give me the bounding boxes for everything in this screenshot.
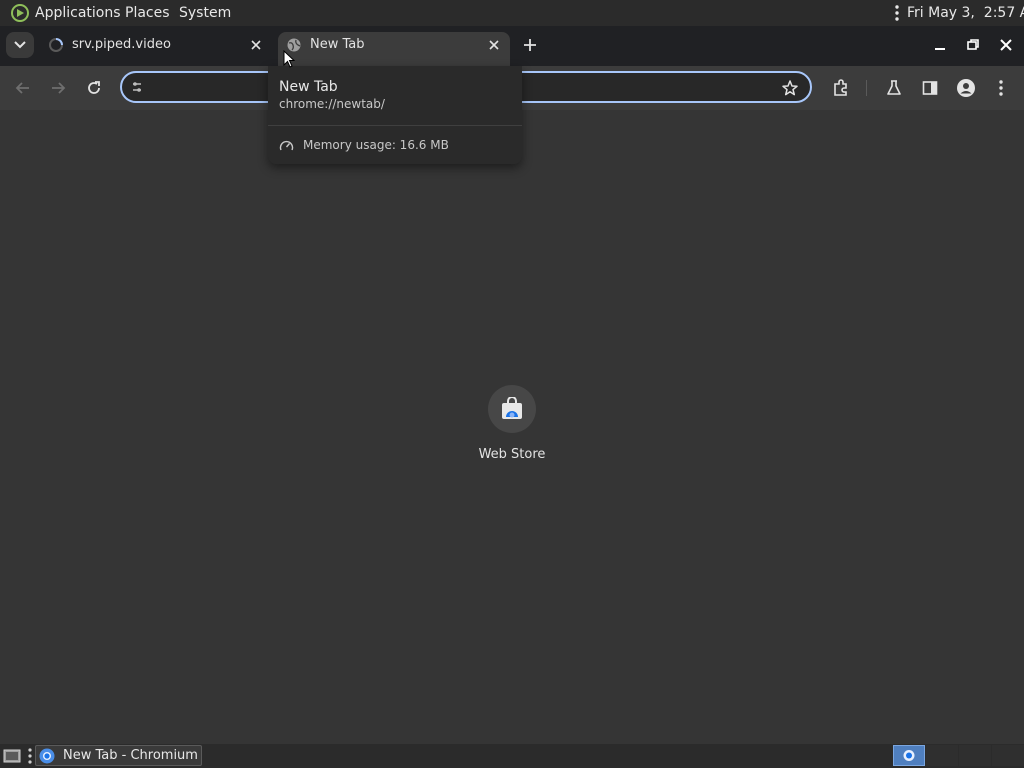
hover-card-url: chrome://newtab/ — [279, 97, 385, 111]
menu-kebab-icon[interactable] — [996, 79, 1006, 97]
workspace-switcher[interactable] — [893, 745, 925, 766]
labs-flask-icon[interactable] — [885, 79, 903, 97]
hover-card-memory: Memory usage: 16.6 MB — [303, 138, 449, 152]
tab-search-button[interactable] — [6, 32, 34, 58]
chevron-down-icon — [14, 41, 26, 49]
panel-handle-icon[interactable] — [894, 4, 900, 22]
system-menu[interactable]: System — [179, 5, 231, 21]
workspace-3[interactable] — [959, 745, 991, 766]
hover-card-title: New Tab — [279, 79, 338, 95]
forward-arrow-icon[interactable] — [49, 79, 67, 97]
workspace-chromium-icon — [903, 750, 915, 761]
close-tab-icon[interactable] — [486, 37, 502, 53]
minimize-icon[interactable] — [932, 37, 948, 53]
memory-gauge-icon — [279, 138, 294, 153]
new-tab-plus-icon[interactable] — [521, 36, 539, 54]
close-window-icon[interactable] — [998, 37, 1014, 53]
applications-menu[interactable]: Applications — [35, 5, 121, 21]
hover-card-divider — [268, 125, 522, 126]
reload-icon[interactable] — [85, 79, 103, 97]
distro-logo-icon[interactable] — [10, 3, 30, 23]
back-arrow-icon[interactable] — [14, 79, 32, 97]
workspace-4[interactable] — [992, 745, 1024, 766]
toolbar-divider — [866, 80, 867, 96]
mouse-cursor-icon — [283, 50, 295, 69]
restore-icon[interactable] — [965, 37, 981, 53]
clock[interactable]: Fri May 3, 2:57 AM — [907, 5, 1024, 21]
show-desktop-icon[interactable] — [3, 748, 21, 764]
extensions-puzzle-icon[interactable] — [831, 78, 851, 98]
close-tab-icon[interactable] — [248, 37, 264, 53]
places-menu[interactable]: Places — [125, 5, 170, 21]
workspace-2[interactable] — [926, 745, 958, 766]
tab-title: New Tab — [310, 37, 365, 52]
bookmark-star-icon[interactable] — [781, 79, 799, 97]
side-panel-icon[interactable] — [921, 79, 939, 97]
profile-avatar-icon[interactable] — [956, 78, 976, 98]
shortcut-label: Web Store — [478, 447, 546, 462]
loading-spinner-icon — [48, 37, 64, 53]
chromium-icon — [39, 748, 55, 764]
tab-title: srv.piped.video — [72, 37, 171, 52]
web-store-icon — [500, 397, 524, 421]
site-info-icon[interactable] — [130, 80, 144, 94]
taskbar-handle-icon[interactable] — [27, 747, 33, 765]
taskbar-window-title: New Tab - Chromium — [63, 748, 198, 763]
